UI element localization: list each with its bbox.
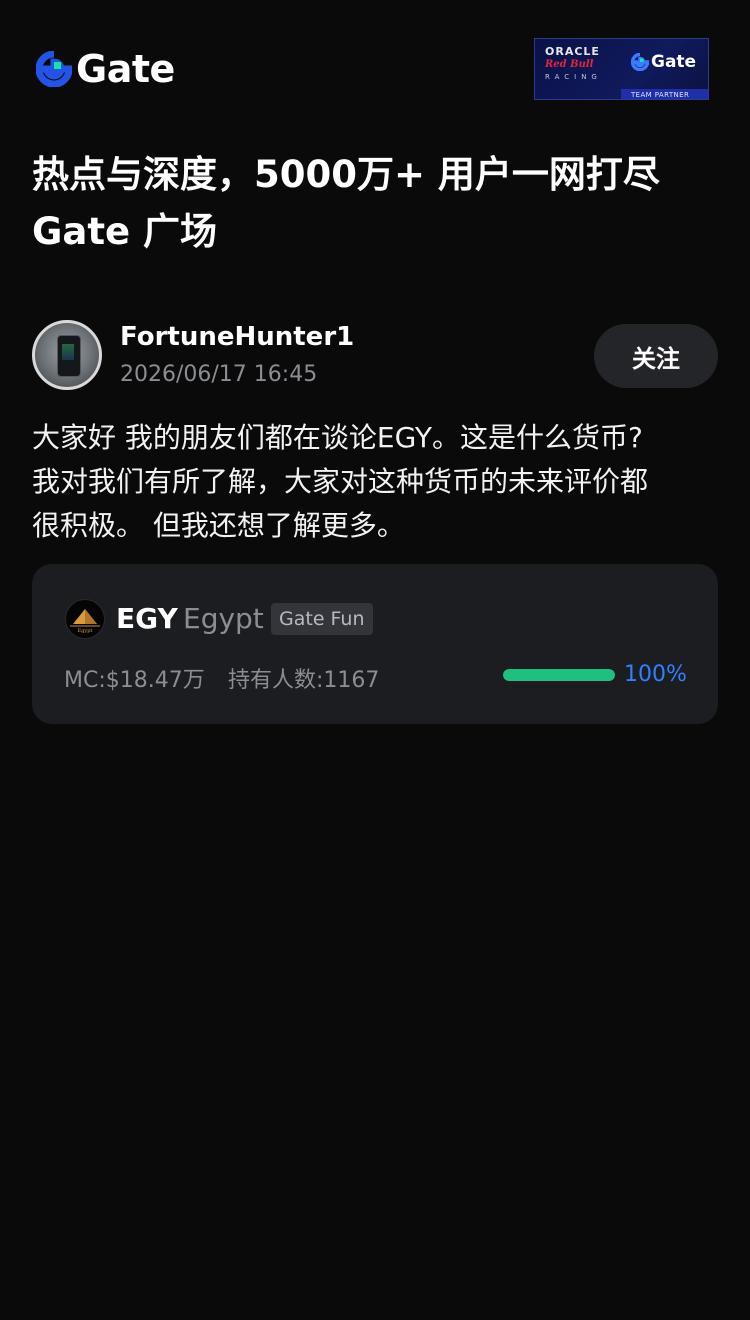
token-tag-badge: Gate Fun bbox=[271, 603, 373, 635]
post-body[interactable]: 大家好 我的朋友们都在谈论EGY。这是什么货币? 我对我们有所了解，大家对这种货… bbox=[32, 416, 722, 548]
partner-oracle-text: ORACLE bbox=[545, 45, 600, 58]
gate-logo[interactable]: Gate bbox=[36, 50, 175, 88]
partner-gate-text: Gate bbox=[651, 52, 697, 72]
page-headline: 热点与深度，5000万+ 用户一网打尽 Gate 广场 bbox=[32, 146, 722, 260]
token-icon-caption: Egypt bbox=[78, 628, 93, 634]
gate-logo-icon bbox=[36, 51, 72, 87]
post-body-line: 大家好 我的朋友们都在谈论EGY。这是什么货币? bbox=[32, 421, 643, 454]
avatar-phone-image bbox=[57, 335, 81, 377]
headline-line-2: Gate 广场 bbox=[32, 210, 217, 253]
pyramid-icon: Egypt bbox=[70, 609, 100, 634]
avatar[interactable] bbox=[32, 320, 102, 390]
partner-strip: TEAM PARTNER bbox=[621, 89, 708, 99]
token-holders: 持有人数:1167 bbox=[228, 668, 380, 693]
egypt-pyramid-icon: Egypt bbox=[65, 599, 105, 639]
post-body-line: 很积极。 但我还想了解更多。 bbox=[32, 509, 405, 542]
token-card[interactable]: Egypt EGY Egypt Gate Fun MC:$18.47万 持有人数… bbox=[32, 564, 718, 724]
follow-button[interactable]: 关注 bbox=[594, 324, 718, 388]
header: Gate ORACLE Red Bull RACING Gate TEAM PA… bbox=[0, 0, 750, 130]
token-progress-bar bbox=[503, 669, 615, 681]
post-body-line: 我对我们有所了解，大家对这种货币的未来评价都 bbox=[32, 465, 649, 498]
oracle-redbull-partner-badge[interactable]: ORACLE Red Bull RACING Gate TEAM PARTNER bbox=[534, 38, 709, 100]
token-progress-label: 100% bbox=[624, 662, 687, 687]
logo-text: Gate bbox=[76, 47, 175, 91]
post-author-row: FortuneHunter1 2026/06/17 16:45 关注 bbox=[32, 320, 718, 390]
partner-racing-text: RACING bbox=[545, 73, 602, 81]
token-name: Egypt bbox=[183, 602, 264, 635]
headline-line-1: 热点与深度，5000万+ 用户一网打尽 bbox=[32, 153, 660, 196]
partner-redbull-text: Red Bull bbox=[545, 59, 594, 70]
token-progress-fill bbox=[503, 669, 615, 681]
token-market-cap: MC:$18.47万 bbox=[64, 668, 205, 693]
gate-logo-icon bbox=[631, 53, 649, 71]
post-timestamp: 2026/06/17 16:45 bbox=[120, 362, 318, 387]
author-name[interactable]: FortuneHunter1 bbox=[120, 322, 354, 352]
token-symbol: EGY bbox=[116, 602, 178, 635]
partner-gate-logo: Gate bbox=[631, 52, 696, 72]
